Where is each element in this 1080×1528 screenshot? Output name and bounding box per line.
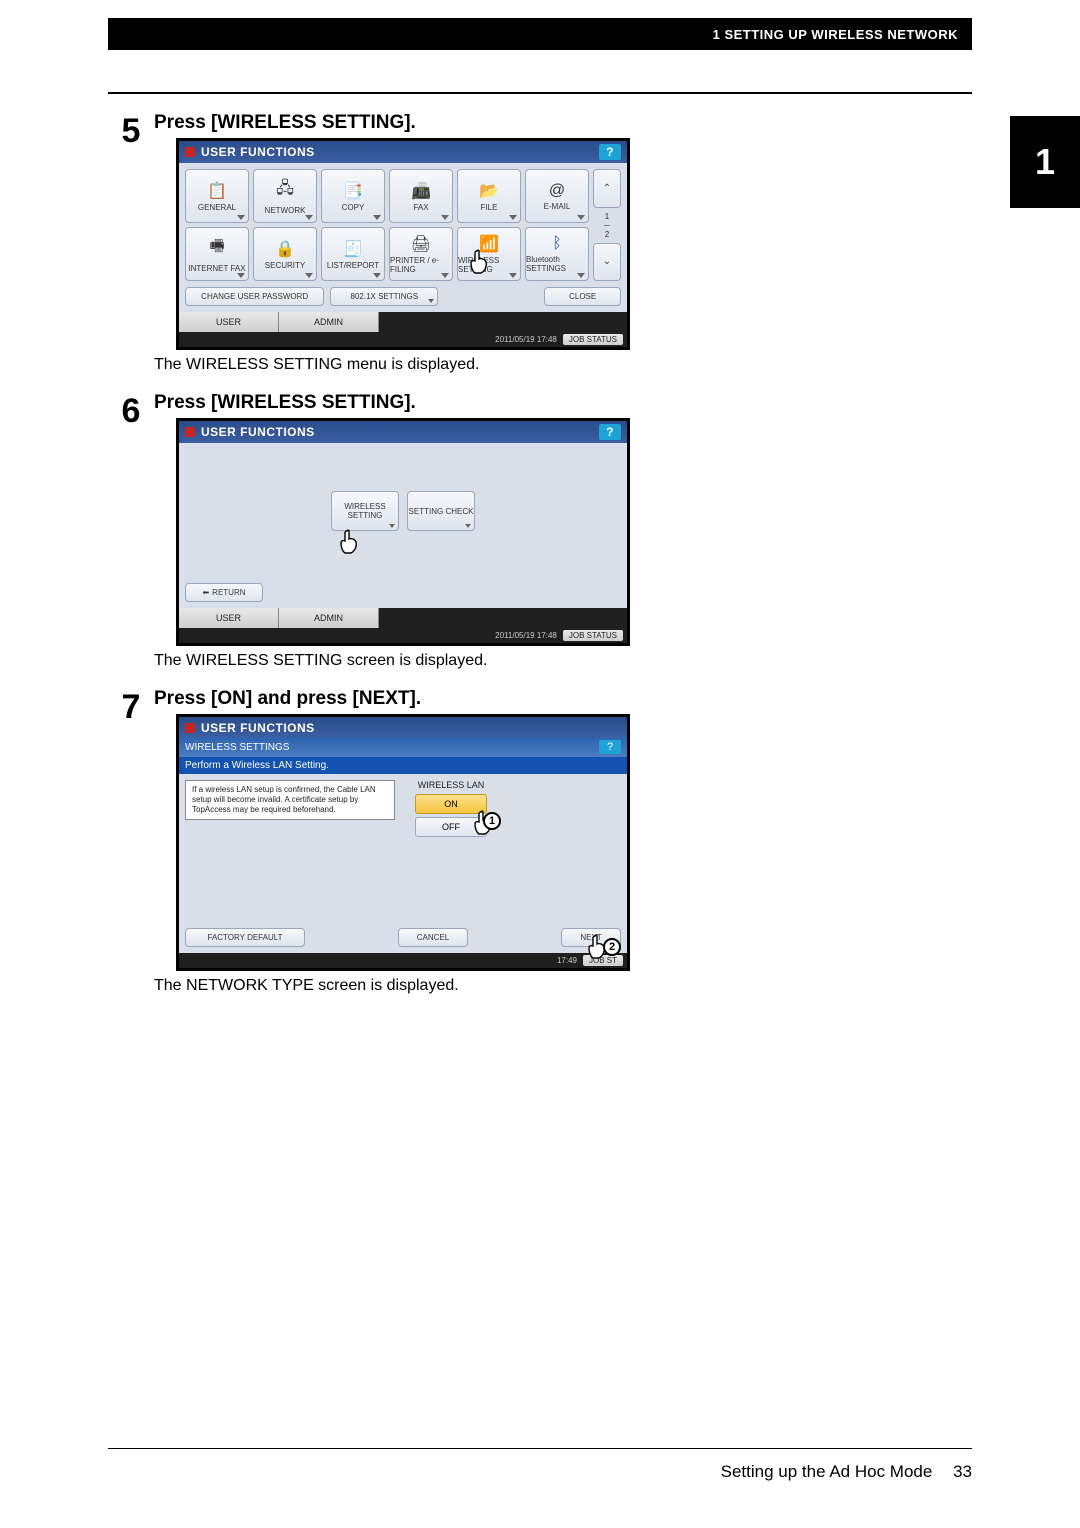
page-footer: Setting up the Ad Hoc Mode 33	[108, 1462, 972, 1482]
bottom-rule	[108, 1448, 972, 1449]
fax-button[interactable]: 📠FAX	[389, 169, 453, 223]
tab-admin[interactable]: ADMIN	[279, 608, 379, 628]
tab-user[interactable]: USER	[179, 312, 279, 332]
sub-header: WIRELESS SETTINGS ?	[179, 737, 627, 757]
job-status-button[interactable]: JOB STATUS	[563, 630, 623, 641]
app-icon	[185, 147, 195, 157]
setting-check-button[interactable]: SETTING CHECK	[407, 491, 475, 531]
window-titlebar: USER FUNCTIONS ?	[179, 717, 627, 737]
step-number: 7	[108, 688, 154, 1007]
status-bar: 2011/05/19 17:48 JOB STATUS	[179, 628, 627, 643]
window-title: USER FUNCTIONS	[201, 425, 315, 439]
page-header: 1 SETTING UP WIRELESS NETWORK	[108, 18, 972, 50]
screenshot-user-functions-grid: USER FUNCTIONS ? 📋GENERAL 🖧NETWORK 📑COPY…	[176, 138, 630, 350]
lock-icon: 🔒	[275, 239, 295, 259]
help-icon[interactable]: ?	[599, 144, 621, 160]
content-area: 5 Press [WIRELESS SETTING]. USER FUNCTIO…	[108, 92, 972, 1013]
top-rule	[108, 92, 972, 94]
help-icon[interactable]: ?	[599, 424, 621, 440]
timestamp: 17:49	[557, 956, 577, 965]
timestamp: 2011/05/19 17:48	[495, 335, 557, 344]
wlan-label: WIRELESS LAN	[415, 780, 487, 790]
screenshot-wlan-setting: USER FUNCTIONS ? WIRELESS SETTINGS ? Per…	[176, 714, 630, 971]
step-6: 6 Press [WIRELESS SETTING]. USER FUNCTIO…	[108, 392, 972, 682]
app-icon	[185, 723, 195, 733]
step-title: Press [ON] and press [NEXT].	[154, 688, 972, 710]
callout-1: 1	[483, 812, 501, 830]
tab-admin[interactable]: ADMIN	[279, 312, 379, 332]
list-report-button[interactable]: 🧾LIST/REPORT	[321, 227, 385, 281]
press-cursor-icon	[467, 249, 489, 271]
status-bar: 2011/05/19 17:48 JOB STATUS	[179, 332, 627, 347]
bluetooth-settings-button[interactable]: ᛒBluetooth SETTINGS	[525, 227, 589, 281]
footer-section: Setting up the Ad Hoc Mode	[721, 1462, 933, 1481]
copy-icon: 📑	[343, 181, 363, 201]
page-number: 33	[953, 1462, 972, 1481]
tab-bar: USER ADMIN	[179, 608, 627, 628]
status-bar: 17:49 JOB ST	[179, 953, 627, 968]
change-user-password-button[interactable]: CHANGE USER PASSWORD	[185, 287, 324, 306]
step-title: Press [WIRELESS SETTING].	[154, 392, 972, 414]
cancel-button[interactable]: CANCEL	[398, 928, 468, 947]
printer-efiling-button[interactable]: 🖨PRINTER / e-FILING	[389, 227, 453, 281]
timestamp: 2011/05/19 17:48	[495, 631, 557, 640]
report-icon: 🧾	[343, 239, 363, 259]
help-icon[interactable]: ?	[599, 740, 621, 754]
clipboard-icon: 📋	[207, 181, 227, 201]
return-button[interactable]: ⬅ RETURN	[185, 583, 263, 602]
factory-default-button[interactable]: FACTORY DEFAULT	[185, 928, 305, 947]
step-7: 7 Press [ON] and press [NEXT]. USER FUNC…	[108, 688, 972, 1007]
window-title: USER FUNCTIONS	[201, 145, 315, 159]
app-icon	[185, 427, 195, 437]
window-titlebar: USER FUNCTIONS ?	[179, 141, 627, 163]
window-titlebar: USER FUNCTIONS ?	[179, 421, 627, 443]
file-button[interactable]: 📂FILE	[457, 169, 521, 223]
at-icon: @	[549, 182, 565, 200]
step-result: The NETWORK TYPE screen is displayed.	[154, 977, 972, 995]
close-button[interactable]: CLOSE	[544, 287, 621, 306]
printer-icon: 🖨	[411, 234, 431, 254]
header-breadcrumb: 1 SETTING UP WIRELESS NETWORK	[713, 27, 958, 42]
step-title: Press [WIRELESS SETTING].	[154, 112, 972, 134]
internet-fax-button[interactable]: 🖷INTERNET FAX	[185, 227, 249, 281]
copy-button[interactable]: 📑COPY	[321, 169, 385, 223]
email-button[interactable]: @E-MAIL	[525, 169, 589, 223]
security-button[interactable]: 🔒SECURITY	[253, 227, 317, 281]
screenshot-wireless-menu: USER FUNCTIONS ? WIRELESS SETTING SETTIN…	[176, 418, 630, 646]
scroll-down-button[interactable]: ⌄	[593, 243, 621, 282]
network-icon: 🖧	[276, 177, 294, 204]
instruction-strip: Perform a Wireless LAN Setting.	[179, 757, 627, 774]
fax-icon: 📠	[411, 181, 431, 201]
tab-bar: USER ADMIN	[179, 312, 627, 332]
press-cursor-icon	[337, 529, 359, 551]
step-result: The WIRELESS SETTING screen is displayed…	[154, 652, 972, 670]
window-title: USER FUNCTIONS	[201, 721, 315, 735]
8021x-settings-button[interactable]: 802.1X SETTINGS	[330, 287, 438, 306]
note-box: If a wireless LAN setup is confirmed, th…	[185, 780, 395, 820]
job-status-button[interactable]: JOB STATUS	[563, 334, 623, 345]
step-result: The WIRELESS SETTING menu is displayed.	[154, 356, 972, 374]
tab-user[interactable]: USER	[179, 608, 279, 628]
step-5: 5 Press [WIRELESS SETTING]. USER FUNCTIO…	[108, 112, 972, 386]
network-button[interactable]: 🖧NETWORK	[253, 169, 317, 223]
general-button[interactable]: 📋GENERAL	[185, 169, 249, 223]
step-number: 6	[108, 392, 154, 682]
scroll-up-button[interactable]: ⌃	[593, 169, 621, 208]
callout-2: 2	[603, 938, 621, 956]
chapter-tab: 1	[1010, 116, 1080, 208]
folder-icon: 📂	[479, 181, 499, 201]
ifax-icon: 🖷	[209, 235, 224, 262]
wireless-setting-button[interactable]: WIRELESS SETTING	[331, 491, 399, 531]
step-number: 5	[108, 112, 154, 386]
page-indicator: 1─2	[593, 212, 621, 239]
bluetooth-icon: ᛒ	[552, 235, 562, 253]
